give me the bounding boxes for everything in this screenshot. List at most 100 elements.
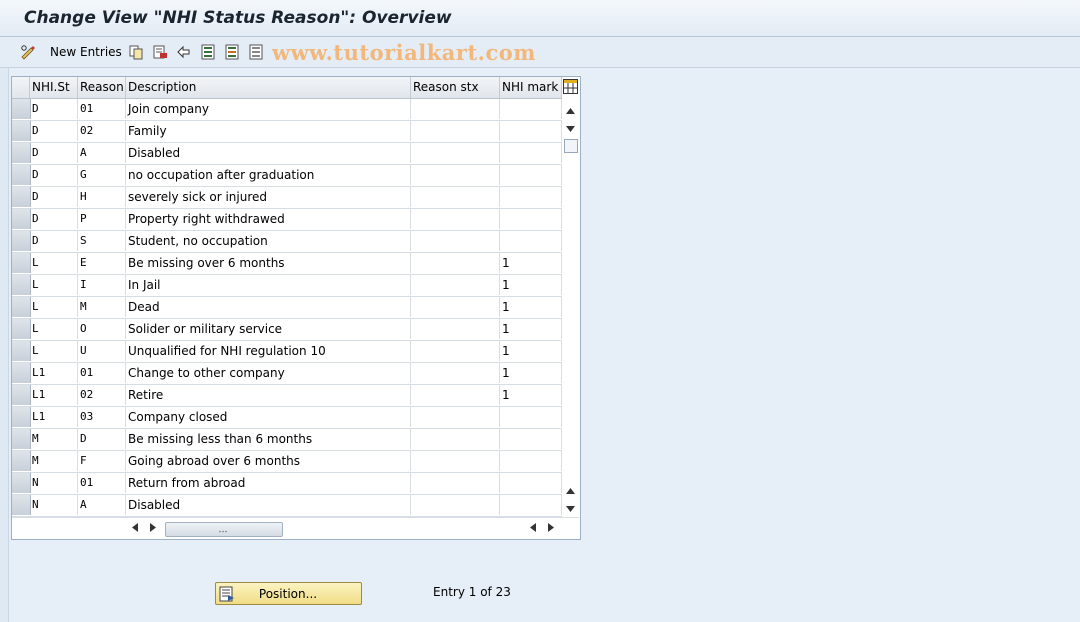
table-row[interactable]: L E Be missing over 6 months 1 <box>12 253 562 275</box>
column-header-nhi-status[interactable]: NHI.St <box>30 77 78 98</box>
table-row[interactable]: L1 03 Company closed <box>12 407 562 429</box>
undo-change-button[interactable] <box>176 42 192 62</box>
cell-reason: 02 <box>78 121 126 141</box>
cell-nhi-mark <box>500 407 562 427</box>
table-row[interactable]: N 01 Return from abroad <box>12 473 562 495</box>
cell-nhi-status: L <box>30 319 78 339</box>
select-all-button[interactable] <box>200 42 216 62</box>
table-row[interactable]: N A Disabled <box>12 495 562 517</box>
cell-reason-stx <box>411 341 500 361</box>
row-selector[interactable] <box>12 429 31 449</box>
horizontal-scrollbar[interactable] <box>12 517 579 539</box>
delete-button[interactable] <box>152 42 168 62</box>
row-selector[interactable] <box>12 407 31 427</box>
scroll-down-button[interactable] <box>564 121 577 134</box>
table-row[interactable]: D 02 Family <box>12 121 562 143</box>
vertical-scrollbar[interactable] <box>562 99 579 517</box>
scroll-page-up-button[interactable] <box>564 483 577 496</box>
row-selector[interactable] <box>12 363 31 383</box>
cell-nhi-mark: 1 <box>500 363 562 383</box>
cell-nhi-status: L <box>30 341 78 361</box>
display-change-button[interactable] <box>20 42 36 62</box>
table-row[interactable]: D 01 Join company <box>12 99 562 121</box>
table-row[interactable]: L1 01 Change to other company 1 <box>12 363 562 385</box>
cell-nhi-mark: 1 <box>500 385 562 405</box>
column-header-reason-stx[interactable]: Reason stx <box>411 77 500 98</box>
row-selector[interactable] <box>12 473 31 493</box>
cell-reason: H <box>78 187 126 207</box>
column-header-reason[interactable]: Reason <box>78 77 126 98</box>
scroll-up-button[interactable] <box>564 103 577 116</box>
scroll-right-button-2[interactable] <box>546 522 556 534</box>
table-row[interactable]: L O Solider or military service 1 <box>12 319 562 341</box>
row-selector[interactable] <box>12 99 31 119</box>
table-row[interactable]: D Gno occupation after graduation <box>12 165 562 187</box>
scroll-left-button-2[interactable] <box>528 522 538 534</box>
cell-nhi-status: D <box>30 121 78 141</box>
cell-reason: S <box>78 231 126 251</box>
row-selector[interactable] <box>12 165 31 185</box>
table-row[interactable]: L1 02 Retire 1 <box>12 385 562 407</box>
scroll-thumb[interactable] <box>564 139 578 153</box>
cell-description: Return from abroad <box>126 473 411 493</box>
copy-as-button[interactable] <box>128 42 144 62</box>
horizontal-scroll-thumb[interactable] <box>165 522 283 537</box>
table-row[interactable]: D S Student, no occupation <box>12 231 562 253</box>
title-bar: Change View "NHI Status Reason": Overvie… <box>0 0 1080 37</box>
row-selector[interactable] <box>12 209 31 229</box>
cell-description: Student, no occupation <box>126 231 411 251</box>
row-selector[interactable] <box>12 341 31 361</box>
cell-reason-stx <box>411 187 500 207</box>
row-selector[interactable] <box>12 121 31 141</box>
cell-nhi-mark <box>500 451 562 471</box>
grip-icon <box>219 523 229 537</box>
scroll-right-button[interactable] <box>148 522 158 534</box>
arrow-right-icon <box>548 521 554 535</box>
cell-description: Be missing over 6 months <box>126 253 411 273</box>
table-row[interactable]: D A Disabled <box>12 143 562 165</box>
row-selector[interactable] <box>12 143 31 163</box>
row-selector[interactable] <box>12 297 31 317</box>
table-row[interactable]: L U Unqualified for NHI regulation 10 1 <box>12 341 562 363</box>
table-row[interactable]: D P Property right withdrawed <box>12 209 562 231</box>
cell-nhi-status: L1 <box>30 363 78 383</box>
page-title: Change View "NHI Status Reason": Overvie… <box>24 8 452 28</box>
scroll-page-down-button[interactable] <box>564 501 577 514</box>
deselect-all-icon <box>248 44 264 60</box>
row-selector[interactable] <box>12 231 31 251</box>
cell-description: Dead <box>126 297 411 317</box>
cell-nhi-status: D <box>30 231 78 251</box>
deselect-all-button[interactable] <box>248 42 264 62</box>
table-row[interactable]: M D Be missing less than 6 months <box>12 429 562 451</box>
cell-nhi-mark: 1 <box>500 319 562 339</box>
application-toolbar: New Entries www.tutorialkart.com <box>0 37 1080 68</box>
cell-nhi-status: D <box>30 209 78 229</box>
column-header-nhi-mark[interactable]: NHI mark <box>500 77 562 98</box>
column-header-description[interactable]: Description <box>126 77 411 98</box>
cell-reason-stx <box>411 385 500 405</box>
table-settings-button[interactable] <box>562 78 579 97</box>
select-all-header[interactable] <box>12 77 30 98</box>
position-button[interactable]: Position... <box>215 582 362 605</box>
new-entries-button[interactable]: New Entries <box>42 42 122 62</box>
row-selector[interactable] <box>12 275 31 295</box>
row-selector[interactable] <box>12 385 31 405</box>
cell-reason: 02 <box>78 385 126 405</box>
table-row[interactable]: L I In Jail 1 <box>12 275 562 297</box>
table-row[interactable]: L M Dead 1 <box>12 297 562 319</box>
cell-reason: 03 <box>78 407 126 427</box>
scroll-left-button[interactable] <box>130 522 140 534</box>
table-row[interactable]: M F Going abroad over 6 months <box>12 451 562 473</box>
table-row[interactable]: D Hseverely sick or injured <box>12 187 562 209</box>
cell-reason: 01 <box>78 363 126 383</box>
cell-nhi-mark <box>500 143 562 163</box>
table-body: D 01 Join company D 02 Family D A Disabled D Gno o… <box>12 99 562 539</box>
row-selector[interactable] <box>12 253 31 273</box>
select-block-button[interactable] <box>224 42 240 62</box>
undo-icon <box>176 44 192 60</box>
row-selector[interactable] <box>12 495 31 515</box>
table-settings-icon <box>563 78 578 97</box>
row-selector[interactable] <box>12 451 31 471</box>
row-selector[interactable] <box>12 187 31 207</box>
row-selector[interactable] <box>12 319 31 339</box>
